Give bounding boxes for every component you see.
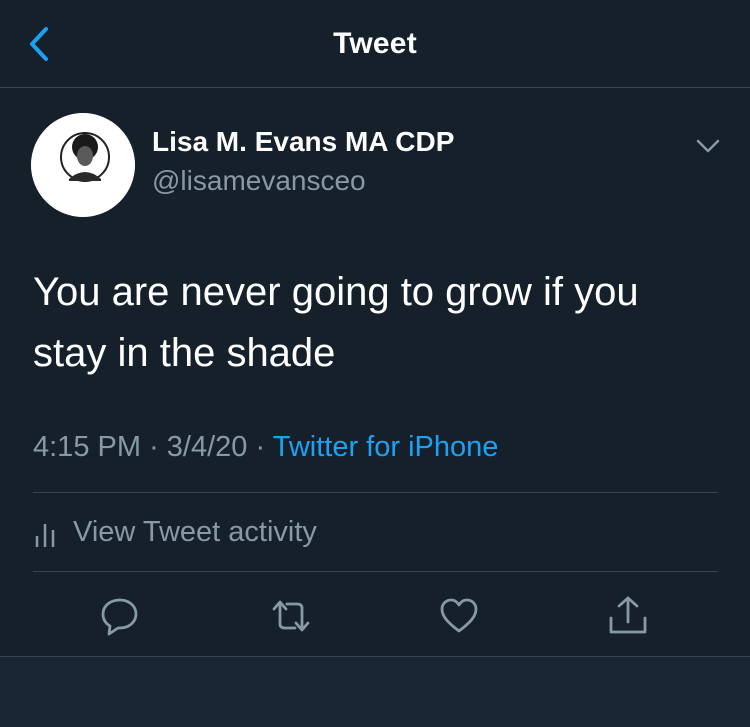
tweet-metadata: 4:15 PM · 3/4/20 · Twitter for iPhone [33,431,498,464]
divider [33,571,718,572]
share-icon [609,596,647,634]
tweet-date: 3/4/20 [166,431,248,463]
meta-separator: · [149,431,159,463]
author-handle[interactable]: @lisamevansceo [152,165,366,197]
bar-chart-icon [35,524,55,547]
tweet-source-link[interactable]: Twitter for iPhone [273,431,499,463]
bottom-panel [0,657,750,727]
reply-icon [101,598,138,636]
meta-separator: · [255,431,266,463]
view-tweet-activity-button[interactable]: View Tweet activity [33,510,317,554]
share-button[interactable] [606,594,650,638]
view-tweet-activity-label: View Tweet activity [73,515,317,548]
header-bar: Tweet [0,0,750,88]
heart-icon [440,598,478,633]
tweet-time: 4:15 PM [33,431,141,463]
avatar-image [31,113,135,217]
page-title: Tweet [333,27,417,60]
retweet-button[interactable] [269,594,313,638]
avatar[interactable] [31,113,135,217]
retweet-icon [272,600,310,632]
more-options-button[interactable] [690,132,726,160]
author-name[interactable]: Lisa M. Evans MA CDP [152,126,454,158]
like-button[interactable] [437,594,481,638]
reply-button[interactable] [98,594,142,638]
divider [33,492,718,493]
tweet-text: You are never going to grow if you stay … [33,270,639,375]
chevron-down-icon [696,139,720,153]
